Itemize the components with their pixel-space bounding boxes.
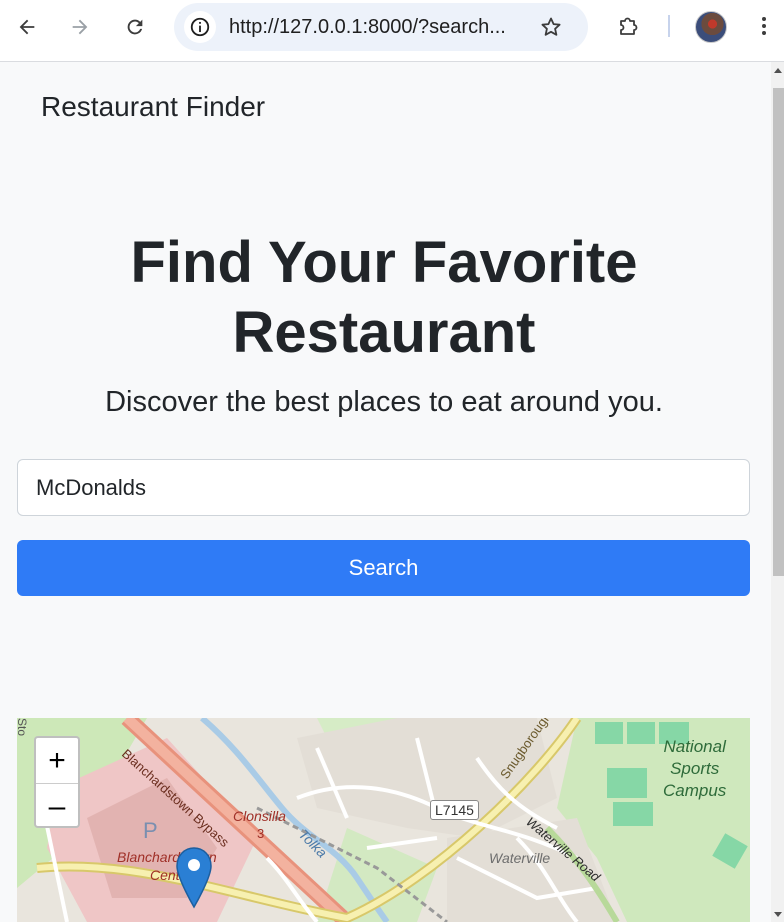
zoom-control: + – <box>34 736 80 828</box>
url-text[interactable]: http://127.0.0.1:8000/?search... <box>229 3 519 51</box>
map-label-sports: Sports <box>670 759 720 778</box>
forward-arrow-icon <box>72 19 88 35</box>
map-label-national-sports-campus: National Sports Campus <box>663 736 726 802</box>
map-label-waterville: Waterville <box>489 850 551 866</box>
extensions-button[interactable] <box>612 10 644 42</box>
address-bar[interactable]: http://127.0.0.1:8000/?search... <box>174 3 588 51</box>
map-label-clonsilla: Clonsilla <box>233 808 286 824</box>
page-title: Find Your Favorite Restaurant <box>130 230 638 365</box>
map-marker-icon[interactable] <box>175 847 213 909</box>
page-subtitle: Discover the best places to eat around y… <box>105 386 663 418</box>
site-info-icon <box>190 17 210 37</box>
scroll-up-arrow-icon[interactable] <box>774 68 782 73</box>
scrollbar-thumb[interactable] <box>773 88 784 576</box>
search-input[interactable] <box>17 459 750 516</box>
map-label-national: National <box>663 737 726 756</box>
browser-menu-button[interactable] <box>748 10 780 42</box>
back-button[interactable] <box>9 9 45 45</box>
map-label-edge: Sto <box>17 718 29 737</box>
profile-avatar[interactable] <box>695 11 727 43</box>
zoom-in-button[interactable]: + <box>36 738 78 784</box>
reload-button[interactable] <box>117 9 153 45</box>
bookmark-button[interactable] <box>537 13 565 41</box>
toolbar-divider <box>668 15 670 37</box>
zoom-out-button[interactable]: – <box>36 784 78 826</box>
map[interactable]: + – Blanchardstown Bypass Clonsilla 3 To… <box>17 718 750 922</box>
map-label-clonsilla-num: 3 <box>257 826 265 841</box>
forward-button[interactable] <box>62 9 98 45</box>
back-arrow-icon <box>19 19 35 35</box>
extensions-puzzle-icon <box>620 17 638 35</box>
bookmark-star-icon <box>541 17 561 36</box>
reload-icon <box>127 19 143 35</box>
search-button[interactable]: Search <box>17 540 750 596</box>
road-shield-label: L7145 <box>430 800 479 820</box>
map-label-campus: Campus <box>663 781 727 800</box>
map-label-parking: P <box>143 818 158 843</box>
browser-toolbar: http://127.0.0.1:8000/?search... <box>0 0 784 62</box>
scroll-down-arrow-icon[interactable] <box>774 912 782 917</box>
navbar-brand[interactable]: Restaurant Finder <box>41 90 265 124</box>
site-info-button[interactable] <box>184 11 216 43</box>
kebab-menu-icon <box>762 17 766 35</box>
